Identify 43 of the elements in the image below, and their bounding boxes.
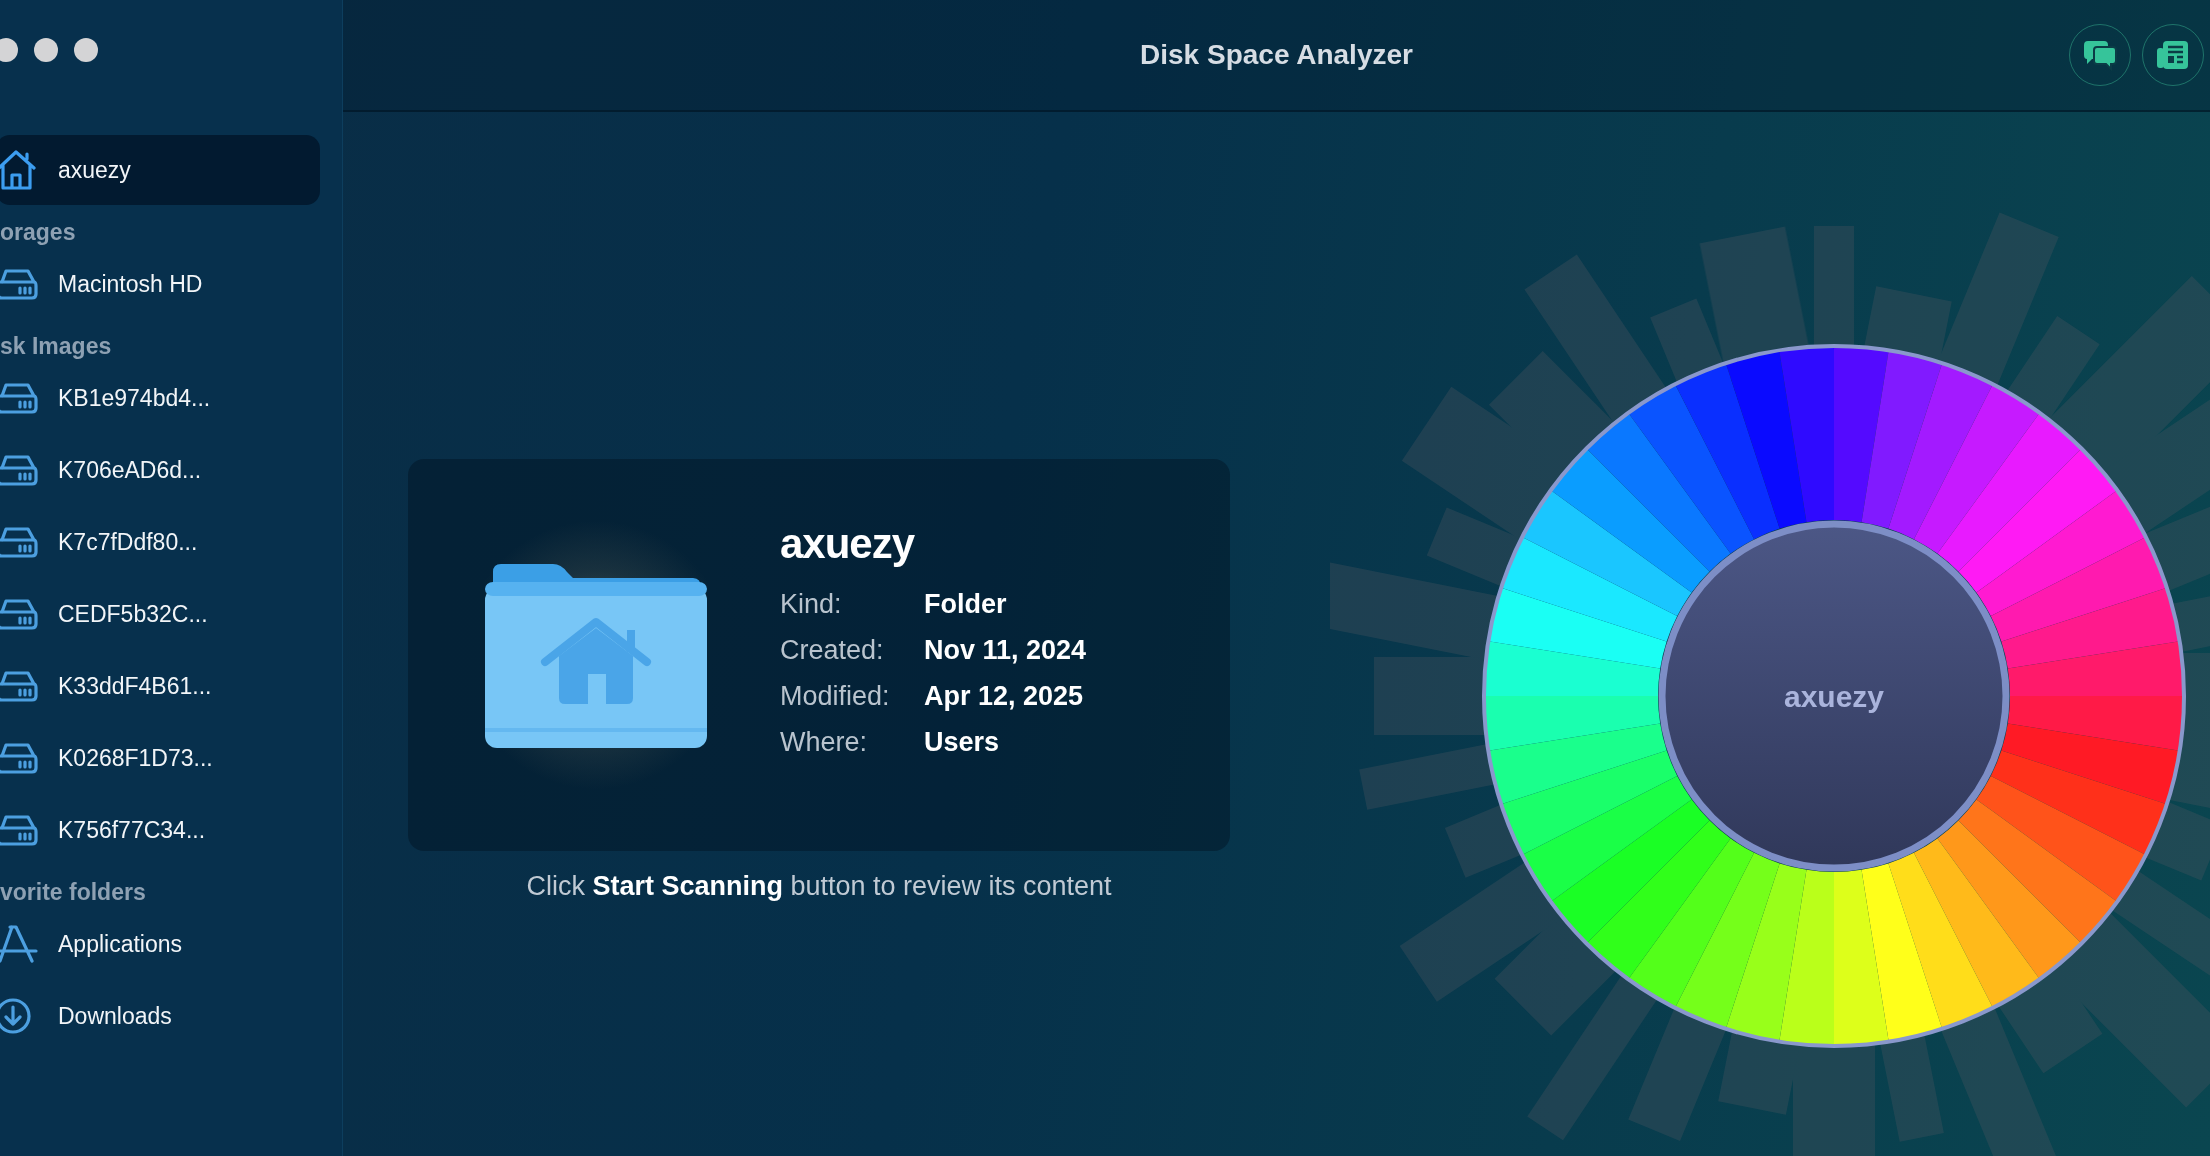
drive-icon — [0, 597, 38, 631]
drive-icon — [0, 381, 38, 415]
sidebar-item[interactable]: K7c7fDdf80... — [0, 507, 320, 577]
sidebar-item[interactable]: axuezy — [0, 135, 320, 205]
drive-icon — [0, 525, 38, 559]
scan-hint: Click Start Scanning button to review its content — [526, 871, 1112, 902]
home-folder-icon — [485, 561, 707, 749]
close-window-button[interactable] — [0, 38, 18, 62]
drive-icon — [0, 669, 38, 703]
zoom-window-button[interactable] — [74, 38, 98, 62]
sidebar-item[interactable]: K33ddF4B61... — [0, 651, 320, 721]
sidebar-item[interactable]: Downloads — [0, 981, 320, 1051]
section-header: orages — [0, 218, 77, 247]
center-label: axuezy — [1783, 680, 1885, 713]
sidebar-item[interactable]: KB1e974bd4... — [0, 363, 320, 433]
drive-icon — [0, 813, 38, 847]
detail-label: Modified: — [780, 680, 891, 713]
detail-value: Nov 11, 2024 — [924, 634, 1087, 667]
detail-value: Folder — [924, 588, 1008, 621]
section-header: sk Images — [0, 332, 113, 361]
sidebar-item[interactable]: K706eAD6d... — [0, 435, 320, 505]
sidebar-item[interactable]: K756f77C34... — [0, 795, 320, 865]
detail-label: Kind: — [780, 588, 843, 621]
home-icon — [0, 148, 38, 192]
sidebar-item[interactable]: K0268F1D73... — [0, 723, 320, 793]
chat-bubbles-icon — [2082, 39, 2118, 71]
folder-name: axuezy — [780, 520, 916, 568]
sidebar-item[interactable]: Applications — [0, 909, 320, 979]
drive-icon — [0, 267, 38, 301]
minimize-window-button[interactable] — [34, 38, 58, 62]
drive-icon — [0, 741, 38, 775]
detail-label: Where: — [780, 726, 869, 759]
app-store-icon — [0, 923, 38, 965]
sidebar-item[interactable]: Macintosh HD — [0, 249, 320, 319]
detail-value: Apr 12, 2025 — [924, 680, 1085, 713]
sidebar-item[interactable]: CEDF5b32C... — [0, 579, 320, 649]
section-header: vorite folders — [0, 878, 147, 907]
center-disc[interactable] — [1658, 520, 2010, 872]
newspaper-icon — [2157, 39, 2189, 71]
detail-value: Users — [924, 726, 1001, 759]
drive-icon — [0, 453, 38, 487]
window-title: Disk Space Analyzer — [1140, 39, 1413, 71]
detail-label: Created: — [780, 634, 885, 667]
